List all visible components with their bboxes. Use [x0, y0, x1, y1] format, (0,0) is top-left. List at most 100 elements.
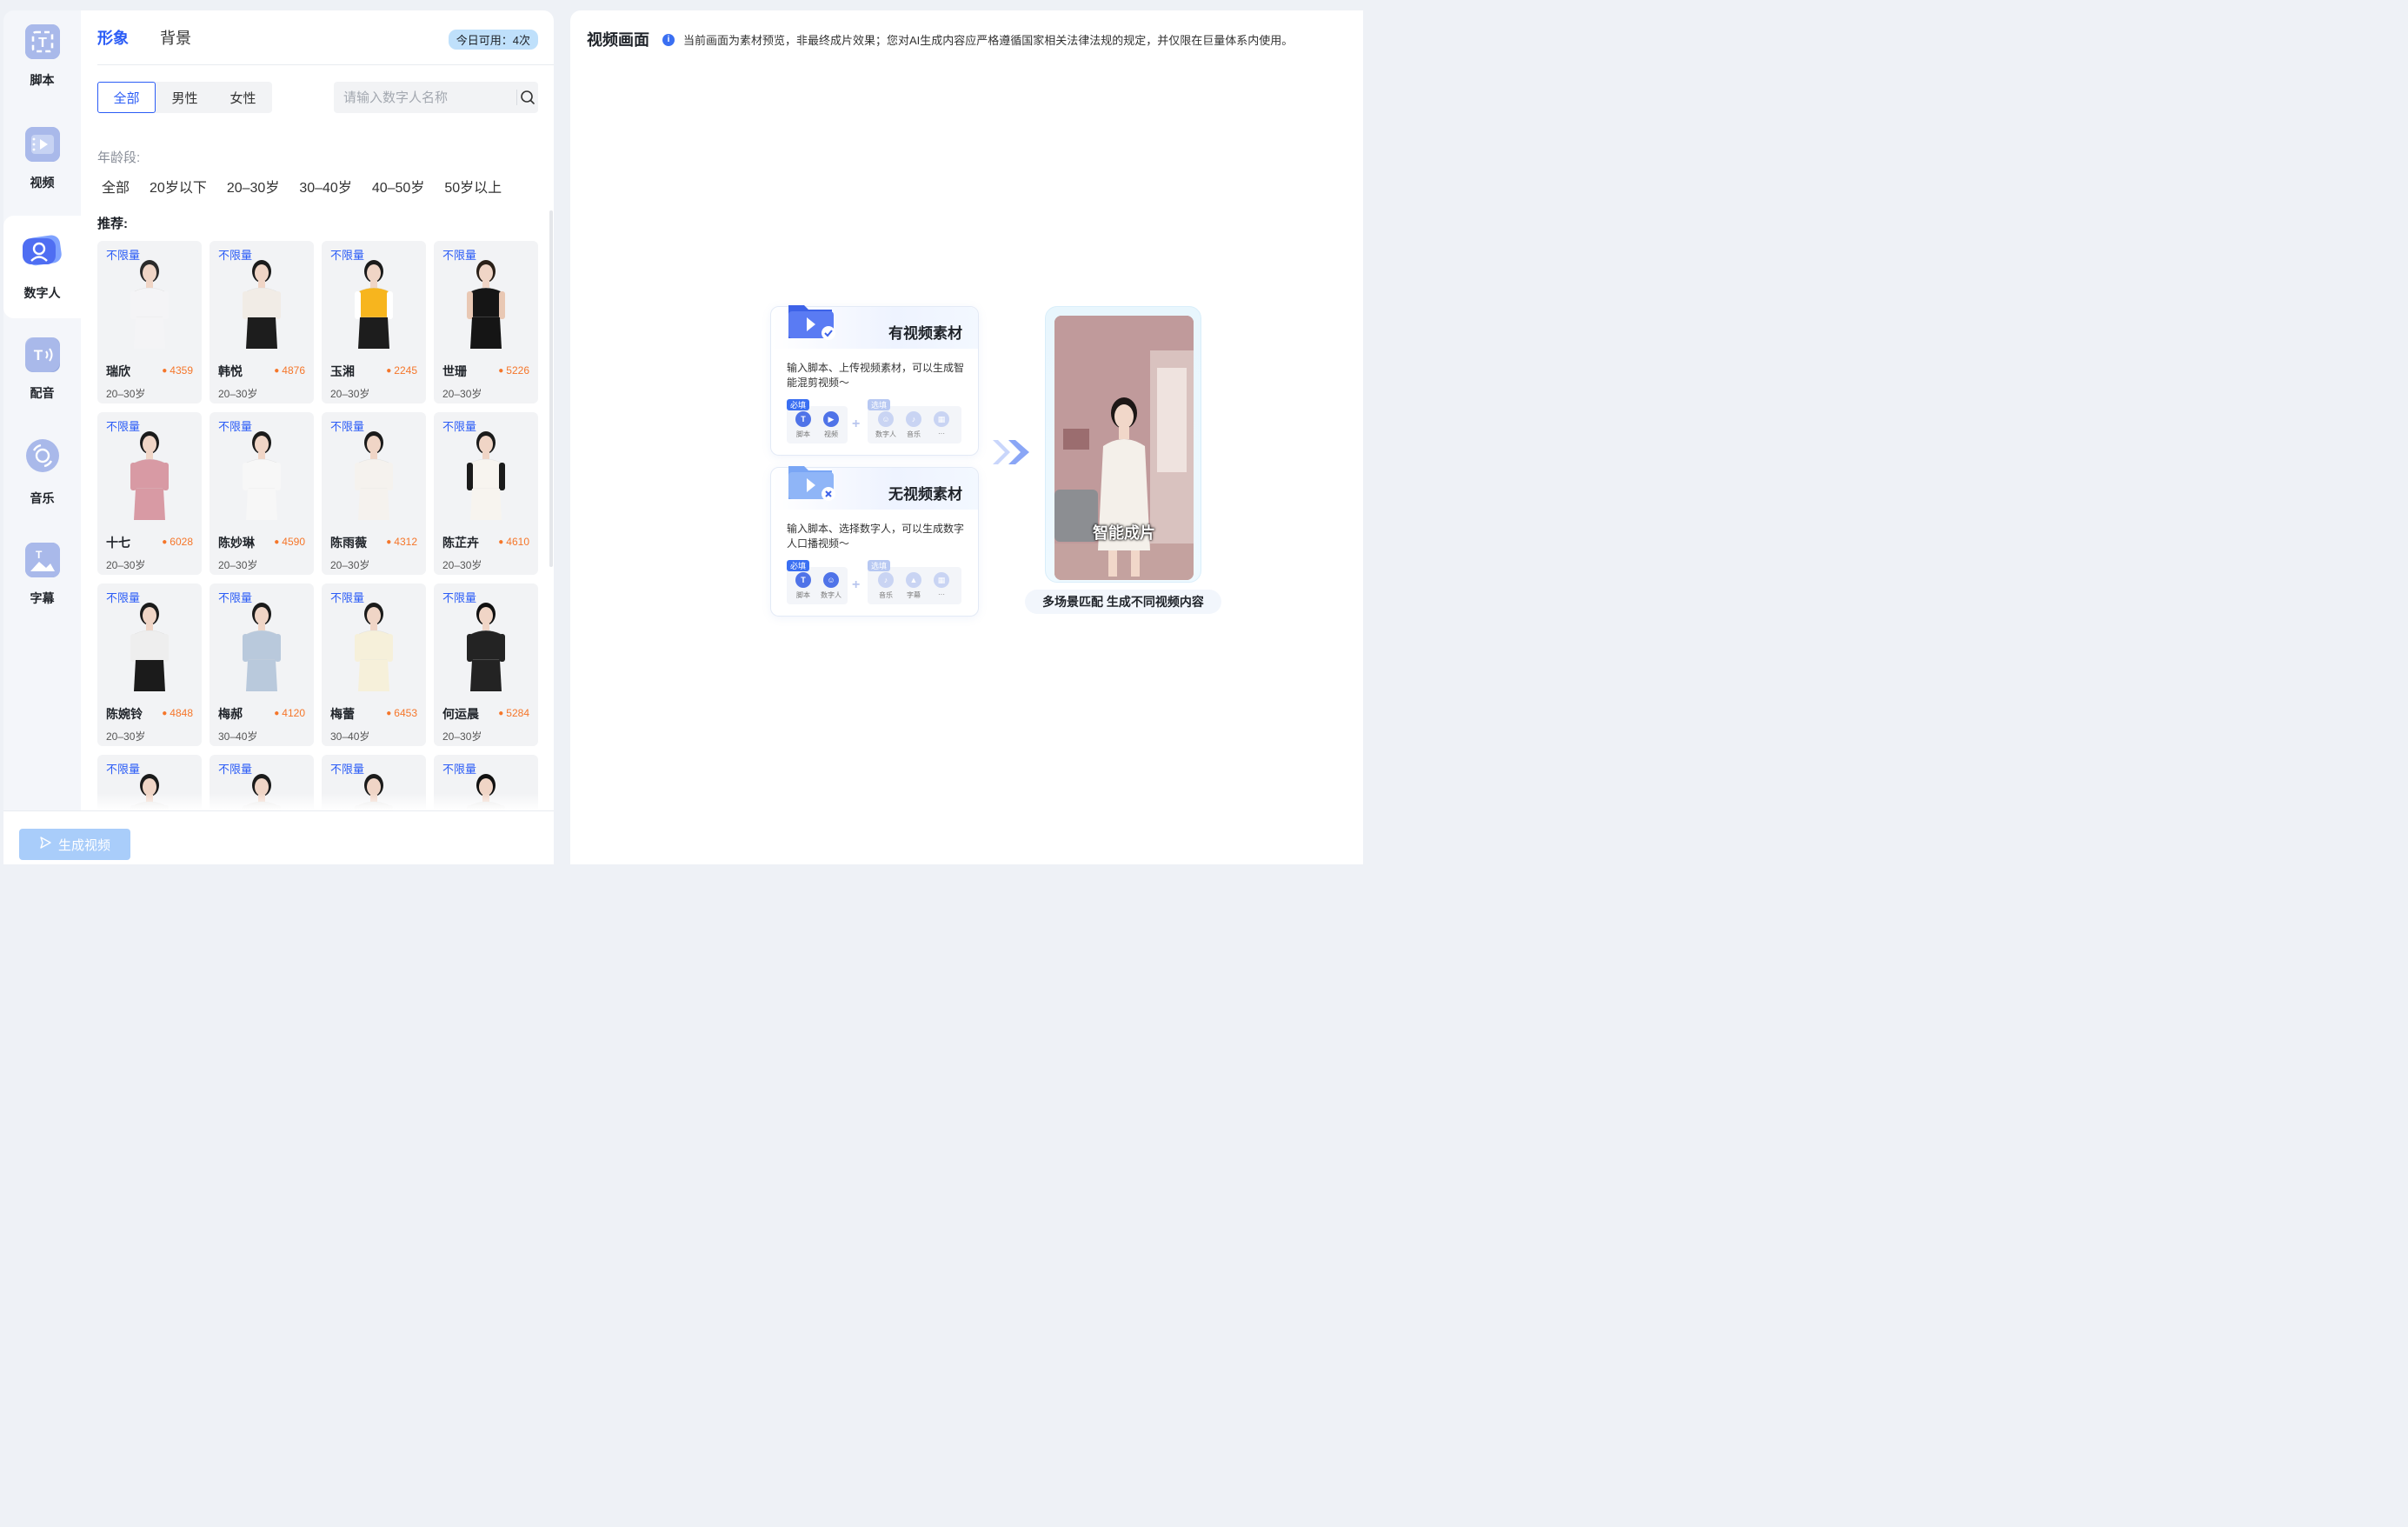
- avatar-card[interactable]: 不限量 十七 ● 6028 20–30岁: [97, 412, 202, 575]
- age-option[interactable]: 30–40岁: [299, 176, 352, 197]
- heat-count: ● 4120: [274, 707, 305, 719]
- avatar-name: 陈婉铃: [106, 707, 143, 721]
- optional-group: 选填 ♪ 音乐 ▲ 字幕 ▦ ···: [868, 560, 961, 604]
- age-option[interactable]: 20岁以下: [150, 176, 207, 197]
- avatar-card[interactable]: 不限量 梅蕾 ● 6453 30–40岁: [322, 583, 426, 746]
- avatar-image: [243, 260, 281, 349]
- video-folder-icon: [788, 305, 835, 340]
- avatar-card[interactable]: 不限量 瑞欣 ● 4359 20–30岁: [97, 241, 202, 403]
- notice: i 当前画面为素材预览，非最终成片效果；您对AI生成内容应严格遵循国家相关法律法…: [662, 31, 1293, 48]
- age-option[interactable]: 50岁以上: [444, 176, 502, 197]
- avatar-name: 玉湘: [330, 364, 355, 378]
- tab-avatar[interactable]: 形象: [97, 26, 129, 49]
- avatar-card[interactable]: 不限量 梅郝 ● 4120 30–40岁: [210, 583, 314, 746]
- sidebar-item-script[interactable]: T 脚本: [3, 5, 81, 108]
- avatar-card[interactable]: 不限量 陈婉铃 ● 4848 20–30岁: [97, 583, 202, 746]
- tab-background[interactable]: 背景: [160, 26, 191, 49]
- sidebar-item-music[interactable]: 音乐: [3, 421, 81, 523]
- sidebar-item-voiceover[interactable]: T 配音: [3, 318, 81, 421]
- avatar-age: 20–30岁: [106, 730, 146, 743]
- sidebar-item-label: 字幕: [30, 591, 55, 605]
- avatar-card[interactable]: 不限量 玉湘 ● 2245 20–30岁: [322, 241, 426, 403]
- avatar-age: 20–30岁: [218, 388, 258, 400]
- panel-tabs: 形象 背景: [97, 26, 191, 49]
- search-icon[interactable]: [517, 82, 538, 113]
- age-filter-title: 年龄段:: [97, 150, 141, 165]
- avatar-image: [355, 260, 393, 349]
- avatar-panel: 形象 背景 今日可用：4次 全部 男性 女性 年龄段: 全部 20岁以下 20–30…: [81, 10, 554, 810]
- double-arrow-icon: [993, 440, 1029, 464]
- avatar-card[interactable]: 不限量 陈妙琳 ● 4590 20–30岁: [210, 412, 314, 575]
- filter-all-button[interactable]: 全部: [97, 82, 156, 113]
- optional-group: 选填 ☺ 数字人 ♪ 音乐 ▦ ···: [868, 399, 961, 443]
- subtitle-mini: ▲ 字幕: [901, 572, 927, 600]
- age-option[interactable]: 全部: [102, 176, 130, 197]
- result-preview: 智能成片: [1045, 306, 1201, 583]
- script-mini: T 脚本: [790, 572, 816, 600]
- avatar-age: 30–40岁: [330, 730, 370, 743]
- age-filter: 全部 20岁以下 20–30岁 30–40岁 40–50岁 50岁以上: [102, 176, 522, 197]
- info-icon: i: [662, 33, 675, 46]
- subtitle-icon: T: [24, 543, 60, 577]
- without-video-desc: 输入脚本、选择数字人，可以生成数字人口播视频～: [787, 523, 965, 550]
- avatar-name: 何运晨: [442, 707, 479, 721]
- send-icon: [39, 837, 51, 852]
- video-mini: ▶ 视频: [818, 411, 844, 439]
- search-input[interactable]: [334, 90, 516, 105]
- avatar-card[interactable]: 不限量 陈芷卉 ● 4610 20–30岁: [434, 412, 538, 575]
- avatar-card[interactable]: 不限量 陈雨薇 ● 4312 20–30岁: [322, 412, 426, 575]
- search-box: [334, 82, 538, 113]
- svg-text:T: T: [36, 549, 43, 561]
- heat-count: ● 6453: [386, 707, 417, 719]
- music-icon: [25, 438, 60, 477]
- avatar-image: [130, 431, 169, 520]
- gender-filter: 全部 男性 女性: [97, 82, 272, 113]
- avatar-name: 陈雨薇: [330, 536, 367, 550]
- optional-tag: 选填: [868, 399, 891, 410]
- scrollbar[interactable]: [549, 210, 553, 567]
- flame-icon: ●: [386, 708, 392, 718]
- avatar-card[interactable]: 不限量 何运晨 ● 5284 20–30岁: [434, 583, 538, 746]
- flame-icon: ●: [162, 365, 168, 376]
- optional-tag: 选填: [868, 560, 891, 571]
- sidebar-item-label: 音乐: [30, 490, 55, 505]
- result-label: 多场景匹配 生成不同视频内容: [1025, 590, 1221, 614]
- sidebar-item-label: 配音: [30, 386, 55, 400]
- flame-icon: ●: [498, 537, 504, 547]
- generate-video-button[interactable]: 生成视频: [19, 829, 130, 860]
- required-group: 必填 T 脚本 ☺ 数字人: [787, 560, 848, 604]
- heat-count: ● 4359: [162, 364, 193, 377]
- sidebar-item-video[interactable]: 视频: [3, 108, 81, 210]
- with-video-card: 有视频素材 输入脚本、上传视频素材，可以生成智能混剪视频～ 必填 T 脚本 ▶ 视频…: [770, 305, 979, 456]
- filter-male-button[interactable]: 男性: [156, 82, 214, 113]
- avatar-age: 20–30岁: [106, 388, 146, 400]
- sidebar-nav: T 脚本 视频 数字人 T 配音 音乐 T 字幕: [3, 10, 81, 810]
- script-mini: T 脚本: [790, 411, 816, 439]
- svg-text:T: T: [33, 347, 43, 363]
- required-tag: 必填: [787, 560, 810, 571]
- subtitle-icon: ▲: [906, 572, 921, 588]
- recommend-title: 推荐:: [97, 217, 128, 231]
- avatar-card[interactable]: 不限量 韩悦 ● 4876 20–30岁: [210, 241, 314, 403]
- flame-icon: ●: [162, 537, 168, 547]
- age-option[interactable]: 20–30岁: [227, 176, 280, 197]
- heat-count: ● 4312: [386, 536, 417, 548]
- sidebar-item-digital-human[interactable]: 数字人: [3, 216, 81, 318]
- age-option[interactable]: 40–50岁: [372, 176, 425, 197]
- avatar-image: [467, 260, 505, 349]
- page-title: 视频画面: [587, 31, 649, 49]
- plus-icon: +: [852, 577, 861, 592]
- avatar-age: 20–30岁: [106, 559, 146, 571]
- flame-icon: ●: [498, 365, 504, 376]
- sidebar-item-subtitle[interactable]: T 字幕: [3, 523, 81, 626]
- filter-female-button[interactable]: 女性: [214, 82, 272, 113]
- avatar-name: 陈妙琳: [218, 536, 255, 550]
- avatar-card[interactable]: 不限量 世珊 ● 5226 20–30岁: [434, 241, 538, 403]
- plus-icon: +: [852, 417, 861, 431]
- grid-icon: ▦: [934, 411, 949, 427]
- flame-icon: ●: [274, 708, 280, 718]
- avatar-name: 瑞欣: [106, 364, 130, 378]
- script-icon: T: [24, 24, 60, 59]
- video-icon: [24, 127, 60, 162]
- notice-text: 当前画面为素材预览，非最终成片效果；您对AI生成内容应严格遵循国家相关法律法规的…: [683, 34, 1294, 47]
